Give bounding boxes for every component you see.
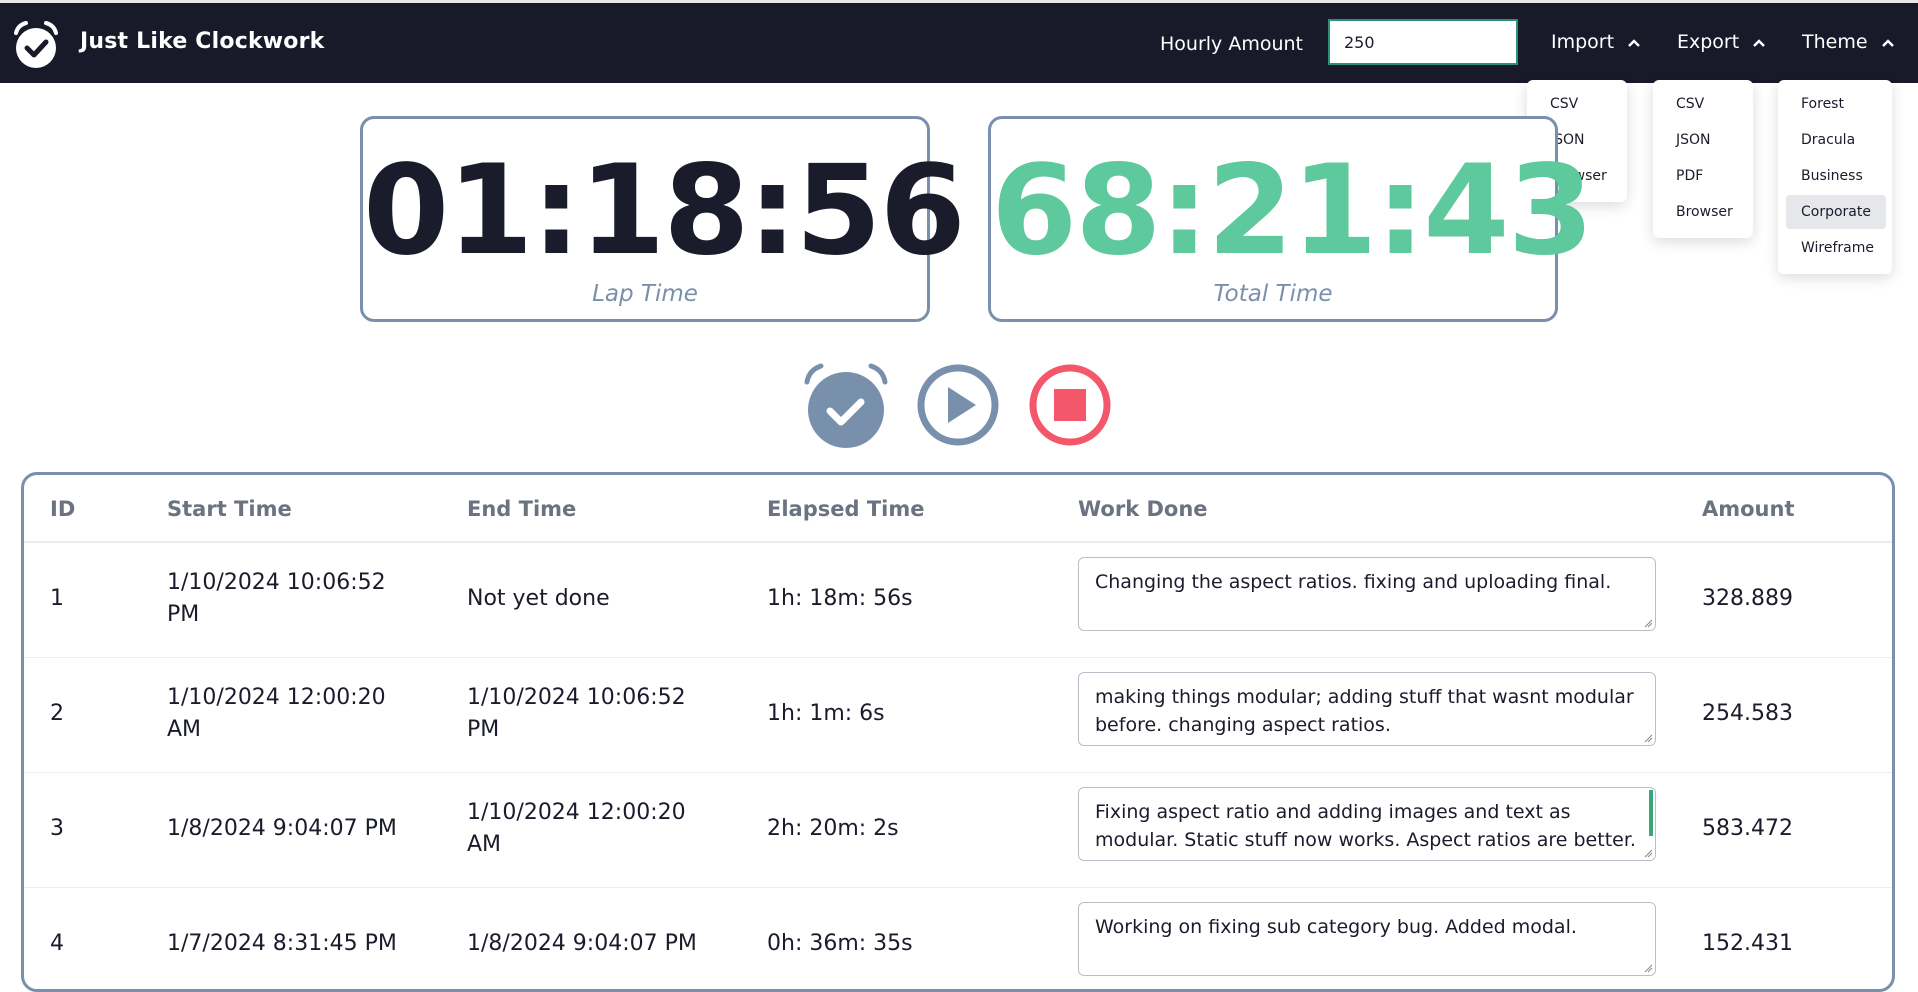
theme-dracula-item[interactable]: Dracula [1778,123,1892,157]
stop-icon[interactable] [1025,360,1115,450]
theme-forest-item[interactable]: Forest [1778,87,1892,121]
header-elapsed-time[interactable]: Elapsed Time [767,497,924,521]
hourly-amount-label: Hourly Amount [1160,33,1303,55]
row-amount: 254.583 [1702,701,1793,726]
chevron-up-icon [1753,38,1766,47]
resize-grip-icon[interactable] [1643,618,1653,628]
row-start-time: 1/8/2024 9:04:07 PM [167,816,397,841]
lap-alarm-check-icon[interactable] [801,360,891,450]
row-start-time: 1/10/2024 12:00:20 AM [167,685,386,742]
theme-dropdown: Forest Dracula Business Corporate Wirefr… [1778,80,1892,274]
app-title: Just Like Clockwork [80,29,325,54]
export-menu-label: Export [1677,31,1740,53]
export-dropdown: CSV JSON PDF Browser [1653,80,1753,238]
resize-grip-icon[interactable] [1643,848,1653,858]
work-done-text: Working on fixing sub category bug. Adde… [1095,916,1577,938]
row-amount: 328.889 [1702,586,1793,611]
header-id[interactable]: ID [50,497,75,521]
header-amount[interactable]: Amount [1702,497,1795,521]
export-pdf-item[interactable]: PDF [1653,159,1753,193]
resize-grip-icon[interactable] [1643,963,1653,973]
row-elapsed-time: 1h: 18m: 56s [767,586,913,611]
import-menu-button[interactable]: Import [1551,31,1642,53]
work-done-text: Changing the aspect ratios. fixing and u… [1095,571,1612,593]
row-elapsed-time: 2h: 20m: 2s [767,816,899,841]
theme-menu-button[interactable]: Theme [1802,31,1896,53]
row-end-time: 1/8/2024 9:04:07 PM [467,931,697,956]
row-elapsed-time: 1h: 1m: 6s [767,701,885,726]
table-row: 2 1/10/2024 12:00:20 AM 1/10/2024 10:06:… [24,657,1892,773]
row-id: 2 [50,701,64,726]
theme-business-item[interactable]: Business [1778,159,1892,193]
row-end-time: 1/10/2024 12:00:20 AM [467,800,686,857]
time-entries-table: ID Start Time End Time Elapsed Time Work… [21,472,1895,992]
row-id: 1 [50,586,64,611]
work-done-text: Fixing aspect ratio and adding images an… [1095,801,1636,860]
row-start-time: 1/10/2024 10:06:52 PM [167,570,386,627]
lap-time-card: 01:18:56 Lap Time [360,116,966,322]
header-end-time[interactable]: End Time [467,497,576,521]
export-json-item[interactable]: JSON [1653,123,1753,157]
work-done-textarea[interactable]: Changing the aspect ratios. fixing and u… [1078,557,1656,631]
resize-grip-icon[interactable] [1643,733,1653,743]
theme-wireframe-item[interactable]: Wireframe [1778,231,1892,265]
hourly-amount-input[interactable] [1328,19,1518,65]
row-end-time: 1/10/2024 10:06:52 PM [467,685,686,742]
navbar: Just Like Clockwork Hourly Amount Import… [0,3,1918,83]
play-icon[interactable] [913,360,1003,450]
import-menu-label: Import [1551,31,1615,53]
theme-corporate-item[interactable]: Corporate [1786,195,1886,229]
header-work-done[interactable]: Work Done [1078,497,1208,521]
work-done-text: making things modular; adding stuff that… [1095,686,1634,736]
work-done-textarea[interactable]: Fixing aspect ratio and adding images an… [1078,787,1656,861]
alarm-clock-logo-icon[interactable] [10,19,62,71]
table-row: 4 1/7/2024 8:31:45 PM 1/8/2024 9:04:07 P… [24,887,1892,989]
chevron-up-icon [1881,38,1894,47]
total-time-value: 68:21:43 [991,139,1594,283]
lap-time-value: 01:18:56 [363,139,966,283]
export-browser-item[interactable]: Browser [1653,195,1753,229]
lap-time-label: Lap Time [592,281,698,307]
row-start-time: 1/7/2024 8:31:45 PM [167,931,397,956]
export-csv-item[interactable]: CSV [1653,87,1753,121]
row-id: 4 [50,931,64,956]
row-end-time: Not yet done [467,586,610,611]
row-amount: 152.431 [1702,931,1793,956]
work-done-textarea[interactable]: making things modular; adding stuff that… [1078,672,1656,746]
total-time-label: Total Time [1213,281,1333,307]
theme-menu-label: Theme [1802,31,1868,53]
row-elapsed-time: 0h: 36m: 35s [767,931,913,956]
table-row: 1 1/10/2024 10:06:52 PM Not yet done 1h:… [24,542,1892,658]
textarea-scrollbar[interactable] [1649,790,1653,836]
header-start-time[interactable]: Start Time [167,497,292,521]
work-done-textarea[interactable]: Working on fixing sub category bug. Adde… [1078,902,1656,976]
export-menu-button[interactable]: Export [1677,31,1767,53]
total-time-card: 68:21:43 Total Time [988,116,1594,322]
row-amount: 583.472 [1702,816,1793,841]
row-id: 3 [50,816,64,841]
table-row: 3 1/8/2024 9:04:07 PM 1/10/2024 12:00:20… [24,772,1892,888]
chevron-up-icon [1628,38,1640,47]
